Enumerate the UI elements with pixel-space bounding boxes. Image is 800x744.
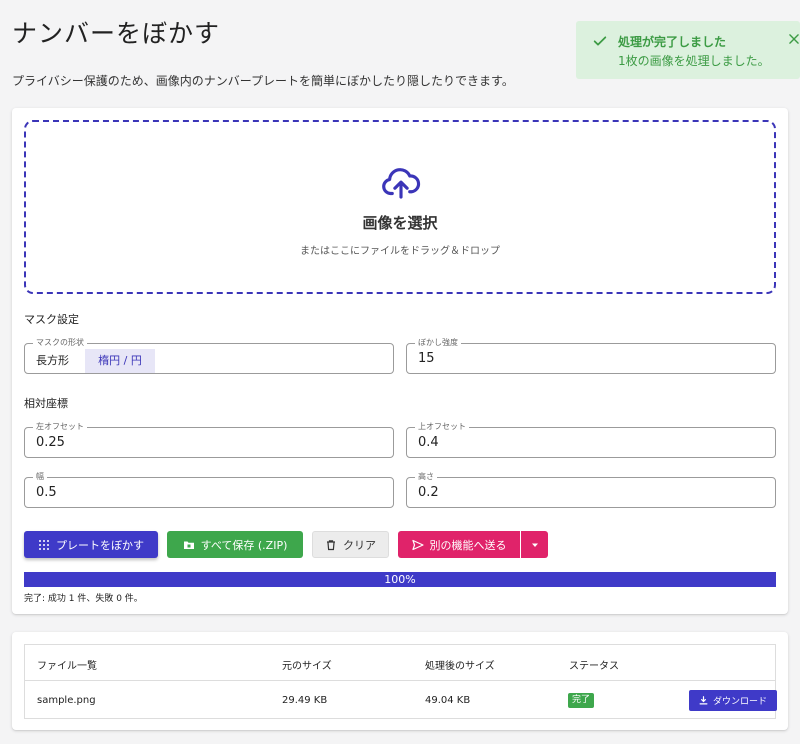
- page-title: ナンバーをぼかす: [12, 19, 221, 48]
- toast-title: 処理が完了しました: [618, 35, 727, 49]
- files-card: ファイル一覧 元のサイズ 処理後のサイズ ステータス sample.png 29…: [12, 632, 788, 730]
- dropzone-title: 画像を選択: [362, 214, 438, 232]
- blur-plate-button[interactable]: プレートをぼかす: [24, 531, 158, 558]
- mask-shape-field: マスクの形状 長方形 楕円 / 円: [24, 337, 394, 374]
- blur-strength-value[interactable]: 15: [418, 351, 435, 366]
- progress-bar: 100%: [24, 572, 776, 587]
- blur-strength-legend: ぼかし強度: [415, 337, 461, 349]
- top-offset-field[interactable]: 上オフセット 0.4: [406, 421, 776, 458]
- column-processed-size: 処理後のサイズ: [425, 661, 495, 672]
- save-all-label: すべて保存 (.ZIP): [200, 538, 288, 552]
- download-icon: [699, 696, 708, 705]
- toast-message: 1枚の画像を処理しました。: [618, 54, 770, 68]
- left-offset-value[interactable]: 0.25: [36, 435, 65, 450]
- processed-size: 49.04 KB: [425, 695, 471, 706]
- download-label: ダウンロード: [712, 697, 767, 707]
- clear-button[interactable]: クリア: [312, 531, 389, 558]
- send-icon: [411, 539, 424, 550]
- height-legend: 高さ: [415, 471, 437, 483]
- column-original-size: 元のサイズ: [282, 661, 332, 672]
- close-icon[interactable]: [787, 32, 800, 46]
- table-header: ファイル一覧 元のサイズ 処理後のサイズ ステータス: [25, 645, 775, 681]
- blur-plate-label: プレートをぼかす: [56, 538, 144, 552]
- left-offset-legend: 左オフセット: [33, 421, 87, 433]
- shape-option-ellipse[interactable]: 楕円 / 円: [85, 349, 155, 373]
- mask-settings-label: マスク設定: [24, 313, 79, 326]
- original-size: 29.49 KB: [282, 695, 328, 706]
- blur-strength-field[interactable]: ぼかし強度 15: [406, 337, 776, 374]
- column-file-list: ファイル一覧: [37, 661, 97, 672]
- check-icon: [593, 36, 607, 46]
- trash-icon: [327, 539, 335, 550]
- send-label: 別の機能へ送る: [429, 538, 507, 552]
- relative-coords-label: 相対座標: [24, 397, 68, 410]
- width-legend: 幅: [33, 471, 47, 483]
- top-offset-value[interactable]: 0.4: [418, 435, 439, 450]
- shape-option-rectangle[interactable]: 長方形: [26, 349, 79, 373]
- folder-icon: [183, 541, 194, 549]
- progress-text: 100%: [384, 573, 416, 586]
- height-value[interactable]: 0.2: [418, 485, 439, 500]
- files-table: ファイル一覧 元のサイズ 処理後のサイズ ステータス sample.png 29…: [24, 644, 777, 719]
- mask-shape-legend: マスクの形状: [33, 337, 87, 349]
- height-field[interactable]: 高さ 0.2: [406, 471, 776, 508]
- dropzone-subtitle: またはここにファイルをドラッグ＆ドロップ: [300, 246, 500, 257]
- progress-status: 完了: 成功 1 件、失敗 0 件。: [24, 594, 143, 604]
- width-value[interactable]: 0.5: [36, 485, 57, 500]
- download-button[interactable]: ダウンロード: [689, 690, 777, 711]
- file-name: sample.png: [37, 695, 96, 706]
- send-menu-toggle[interactable]: [521, 531, 548, 558]
- page-description: プライバシー保護のため、画像内のナンバープレートを簡単にぼかしたり隠したりできま…: [12, 74, 514, 88]
- success-toast: 処理が完了しました 1枚の画像を処理しました。: [576, 21, 800, 79]
- left-offset-field[interactable]: 左オフセット 0.25: [24, 421, 394, 458]
- send-to-other-feature-button[interactable]: 別の機能へ送る: [398, 531, 520, 558]
- width-field[interactable]: 幅 0.5: [24, 471, 394, 508]
- caret-down-icon: [531, 543, 538, 547]
- blur-grid-icon: [39, 539, 49, 550]
- status-badge: 完了: [568, 693, 595, 708]
- image-dropzone[interactable]: 画像を選択 またはここにファイルをドラッグ＆ドロップ: [24, 120, 776, 294]
- save-all-zip-button[interactable]: すべて保存 (.ZIP): [167, 531, 303, 558]
- clear-label: クリア: [343, 538, 376, 552]
- column-status: ステータス: [569, 661, 619, 672]
- top-offset-legend: 上オフセット: [415, 421, 469, 433]
- cloud-upload-icon: [382, 168, 421, 199]
